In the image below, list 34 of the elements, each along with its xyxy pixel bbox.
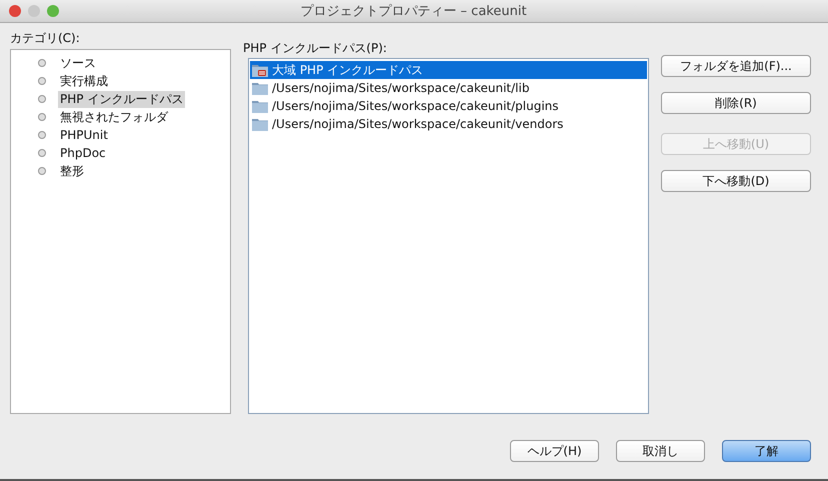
bullet-icon (38, 95, 46, 103)
side-button[interactable]: 下へ移動(D) (661, 170, 811, 192)
dialog-button[interactable]: 了解 (722, 440, 811, 462)
category-label: カテゴリ(C): (10, 31, 81, 46)
dialog-button[interactable]: 取消し (616, 440, 705, 462)
side-button[interactable]: 削除(R) (661, 92, 811, 114)
include-path-item[interactable]: 大域 PHP インクルードパス (250, 61, 647, 79)
bullet-icon (38, 149, 46, 157)
category-item[interactable]: 整形 (58, 162, 86, 180)
folder-icon (252, 117, 268, 131)
include-path-label: PHP インクルードパス(P): (243, 41, 388, 56)
side-button[interactable]: フォルダを追加(F)... (661, 55, 811, 77)
bullet-icon (38, 77, 46, 85)
bullet-icon (38, 113, 46, 121)
bullet-icon (38, 131, 46, 139)
category-item[interactable]: PHP インクルードパス (58, 90, 186, 108)
category-item[interactable]: PhpDoc (58, 144, 108, 162)
include-path-item[interactable]: /Users/nojima/Sites/workspace/cakeunit/vendors (250, 115, 647, 133)
category-item[interactable]: ソース (58, 54, 98, 72)
bullet-icon (38, 167, 46, 175)
folder-icon (252, 99, 268, 113)
folder-icon (252, 81, 268, 95)
dialog-button[interactable]: ヘルプ(H) (510, 440, 599, 462)
include-path-item[interactable]: /Users/nojima/Sites/workspace/cakeunit/plugins (250, 97, 647, 115)
minimize-icon[interactable] (28, 5, 40, 17)
bullet-icon (38, 59, 46, 67)
close-icon[interactable] (9, 5, 21, 17)
include-path-item[interactable]: /Users/nojima/Sites/workspace/cakeunit/lib (250, 79, 647, 97)
zoom-icon[interactable] (47, 5, 59, 17)
category-item[interactable]: 無視されたフォルダ (58, 108, 170, 126)
window-title: プロジェクトプロパティー – cakeunit (299, 3, 528, 20)
category-item[interactable]: 実行構成 (58, 72, 110, 90)
category-item[interactable]: PHPUnit (58, 126, 110, 144)
folder-icon (252, 63, 268, 77)
